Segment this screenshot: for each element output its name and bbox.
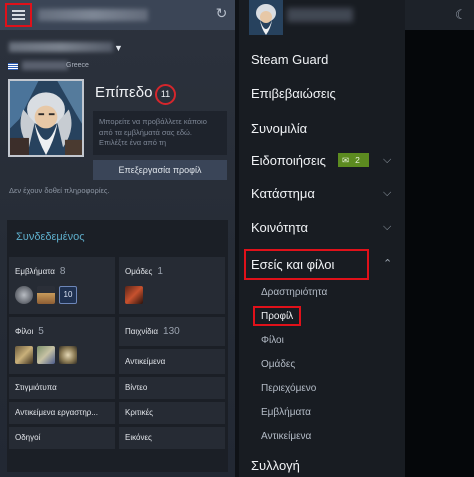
reviews-link[interactable]: Κριτικές xyxy=(119,402,225,424)
inventory-link[interactable]: Αντικείμενα xyxy=(119,349,225,374)
videos-link[interactable]: Βίντεο xyxy=(119,377,225,399)
friends-count: 5 xyxy=(38,326,44,337)
profile-screen: ↻ ▼ Greece Επίπεδο 11 Μπορείτε να προβάλ… xyxy=(0,0,235,477)
notifications-badge: ✉ 2 xyxy=(338,153,369,167)
badge-showcase-text: Μπορείτε να προβάλλετε κάποιο από τα εμβ… xyxy=(93,111,227,155)
menu-item-chat[interactable]: Συνομιλία xyxy=(251,121,307,136)
artwork-link[interactable]: Εικόνες xyxy=(119,427,225,449)
badge-camp-icon xyxy=(37,286,55,304)
notifications-count: 2 xyxy=(355,155,360,165)
envelope-icon: ✉ xyxy=(342,155,350,165)
friend-avatar-icon xyxy=(59,346,77,364)
hamburger-icon[interactable] xyxy=(5,3,32,27)
submenu-inventory[interactable]: Αντικείμενα xyxy=(261,431,311,442)
badge-years-icon: 10 xyxy=(59,286,77,304)
menu-item-steam-guard[interactable]: Steam Guard xyxy=(251,52,328,67)
badge-coin-icon xyxy=(15,286,33,304)
friend-avatar-icon xyxy=(37,346,55,364)
moon-icon[interactable]: ☾ xyxy=(455,7,467,23)
chevron-down-icon[interactable]: ⌵ xyxy=(383,221,391,234)
groups-label: Ομάδες xyxy=(125,267,153,276)
chevron-down-icon[interactable]: ⌵ xyxy=(383,154,391,167)
online-status: Συνδεδεμένος xyxy=(16,231,85,243)
no-info-text: Δεν έχουν δοθεί πληροφορίες. xyxy=(9,186,110,195)
blurred-location xyxy=(22,61,68,70)
submenu-groups[interactable]: Ομάδες xyxy=(261,359,295,370)
menu-avatar[interactable] xyxy=(249,0,283,35)
games-cell[interactable]: Παιχνίδια 130 xyxy=(119,317,225,346)
submenu-badges[interactable]: Εμβλήματα xyxy=(261,407,311,418)
badges-count: 8 xyxy=(59,266,66,277)
group-avatar-icon xyxy=(125,286,143,304)
avatar[interactable] xyxy=(8,79,84,157)
blurred-title xyxy=(38,9,148,21)
chevron-up-icon[interactable]: ⌃ xyxy=(383,257,392,270)
country-label: Greece xyxy=(66,62,89,69)
submenu-content[interactable]: Περιεχόμενο xyxy=(261,383,316,394)
dimmed-background[interactable] xyxy=(405,0,474,477)
highlight-profile xyxy=(253,306,301,326)
menu-item-confirmations[interactable]: Επιβεβαιώσεις xyxy=(251,86,336,101)
side-menu: Steam Guard Επιβεβαιώσεις Συνομιλία Ειδο… xyxy=(239,0,405,477)
edit-profile-button[interactable]: Επεξεργασία προφίλ xyxy=(93,160,227,180)
level-label: Επίπεδο xyxy=(95,84,153,101)
blurred-menu-username xyxy=(287,8,353,22)
badges-label: Εμβλήματα xyxy=(15,267,55,276)
games-count: 130 xyxy=(163,326,180,337)
submenu-activity[interactable]: Δραστηριότητα xyxy=(261,287,327,298)
menu-screen: ☾ Steam Guard Επιβεβαιώσεις Συνομιλία Ει… xyxy=(239,0,474,477)
groups-count: 1 xyxy=(157,266,163,277)
friends-label: Φίλοι xyxy=(15,327,34,336)
screenshots-link[interactable]: Στιγμιότυπα xyxy=(9,377,115,399)
menu-item-collection[interactable]: Συλλογή xyxy=(251,458,300,473)
submenu-friends[interactable]: Φίλοι xyxy=(261,335,284,346)
badges-cell[interactable]: Εμβλήματα 8 10 xyxy=(9,257,115,314)
guides-link[interactable]: Οδηγοί xyxy=(9,427,115,449)
games-label: Παιχνίδια xyxy=(125,327,159,336)
level-badge: 11 xyxy=(155,84,176,105)
menu-item-store[interactable]: Κατάστημα xyxy=(251,186,315,201)
highlight-you-and-friends xyxy=(244,249,369,280)
refresh-icon[interactable]: ↻ xyxy=(214,6,229,21)
top-bar: ↻ xyxy=(0,0,235,30)
chevron-down-icon[interactable]: ⌵ xyxy=(383,187,391,200)
groups-cell[interactable]: Ομάδες 1 xyxy=(119,257,225,314)
menu-item-notifications[interactable]: Ειδοποιήσεις xyxy=(251,153,326,168)
friends-cell[interactable]: Φίλοι 5 xyxy=(9,317,115,374)
friend-avatar-icon xyxy=(15,346,33,364)
blurred-username xyxy=(9,42,113,52)
workshop-link[interactable]: Αντικείμενα εργαστηρ... xyxy=(9,402,115,424)
menu-item-community[interactable]: Κοινότητα xyxy=(251,220,308,235)
username-dropdown-icon[interactable]: ▼ xyxy=(114,43,123,53)
flag-icon xyxy=(8,63,18,70)
